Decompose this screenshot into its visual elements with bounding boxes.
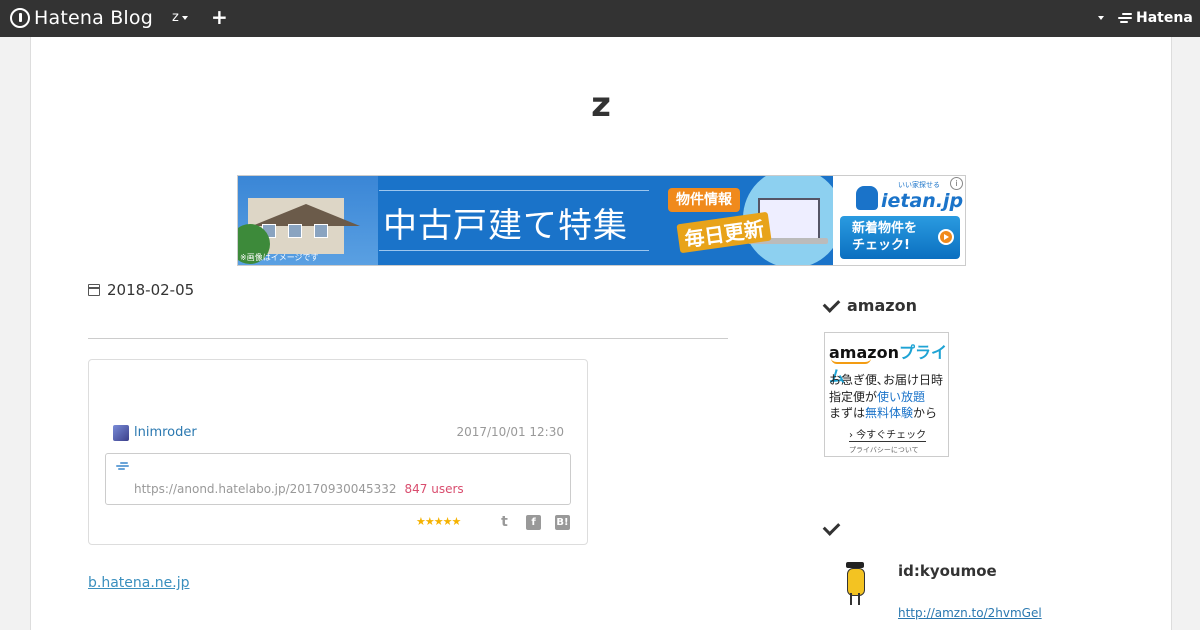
star-rating[interactable]: ★★★★★ bbox=[416, 515, 461, 528]
amazon-line-3: まずは無料体験から bbox=[829, 406, 938, 420]
hatena-favicon-icon bbox=[116, 462, 129, 471]
avatar[interactable] bbox=[113, 425, 129, 441]
profile-id[interactable]: id:kyoumoe bbox=[898, 562, 997, 580]
hatena-label: Hatena bbox=[1136, 10, 1193, 26]
bookmarked-url-text: https://anond.hatelabo.jp/20170930045332 bbox=[134, 482, 397, 496]
amazon-line-1: お急ぎ便､お届け日時 bbox=[829, 373, 944, 387]
arrow-right-icon bbox=[938, 229, 954, 245]
blog-switcher-menu[interactable]: z bbox=[172, 10, 188, 25]
entry-date[interactable]: 2018-02-05 bbox=[88, 281, 194, 299]
ad-house-photo: ※画像はイメージです bbox=[238, 176, 378, 265]
blog-switcher-label: z bbox=[172, 10, 179, 25]
hatena-menu[interactable]: Hatena bbox=[1118, 10, 1193, 26]
amazon-privacy-link[interactable]: プライバシーについて bbox=[849, 445, 919, 455]
profile-image[interactable] bbox=[843, 562, 867, 606]
amazon-line-2: 指定便が使い放題 bbox=[829, 389, 926, 404]
entry-date-text: 2018-02-05 bbox=[107, 281, 195, 299]
ad-cta-button[interactable]: 新着物件を チェック! bbox=[840, 216, 960, 259]
hatena-blog-logo[interactable]: Hatena Blog bbox=[10, 7, 153, 29]
ad-photo-note: ※画像はイメージです bbox=[240, 253, 319, 262]
calendar-icon bbox=[88, 284, 100, 296]
chevron-down-icon bbox=[181, 15, 188, 20]
blog-title[interactable]: z bbox=[31, 85, 1171, 125]
sidebar-amazon-title: amazon bbox=[822, 294, 917, 315]
ad-info-icon[interactable]: i bbox=[950, 177, 963, 190]
sidebar-profile-title bbox=[822, 518, 847, 536]
amazon-prime-ad[interactable]: amazonプライム お急ぎ便､お届け日時 指定便が使い放題 まずは無料体験から… bbox=[824, 332, 949, 457]
bookmark-users-count[interactable]: 847 users bbox=[405, 482, 464, 496]
entry-source-link[interactable]: b.hatena.ne.jp bbox=[88, 575, 190, 591]
ad-brand-tagline: いい家探せる bbox=[898, 181, 940, 189]
ad-badge: 物件情報 bbox=[668, 188, 740, 212]
twitter-share-icon[interactable]: t bbox=[497, 515, 512, 530]
ietan-mascot-icon bbox=[856, 186, 878, 210]
hatena-blog-icon bbox=[10, 8, 30, 28]
hatena-icon bbox=[1118, 13, 1132, 23]
blog-container: z ※画像はイメージです 中古戸建て特集 物件情報 毎日更新 いい家探せる ie… bbox=[30, 37, 1172, 630]
amazon-smile-icon bbox=[831, 358, 871, 364]
facebook-share-icon[interactable]: f bbox=[526, 515, 541, 530]
user-menu-chevron-icon[interactable] bbox=[1098, 16, 1104, 20]
new-post-button[interactable]: + bbox=[211, 5, 228, 29]
hatena-bookmark-embed: lnimroder 2017/10/01 12:30 https://anond… bbox=[88, 359, 588, 545]
check-icon bbox=[822, 518, 841, 536]
global-header: Hatena Blog z + Hatena bbox=[0, 0, 1200, 37]
ad-banner[interactable]: ※画像はイメージです 中古戸建て特集 物件情報 毎日更新 いい家探せる ieta… bbox=[237, 175, 966, 266]
bookmarked-url: https://anond.hatelabo.jp/20170930045332… bbox=[134, 482, 464, 496]
amazon-ad-text: お急ぎ便､お届け日時 指定便が使い放題 まずは無料体験から bbox=[829, 372, 943, 422]
brand-name: Hatena Blog bbox=[34, 7, 153, 29]
profile-link[interactable]: http://amzn.to/2hvmGel bbox=[898, 606, 1042, 620]
ad-cta-label: 新着物件を チェック! bbox=[852, 221, 918, 253]
hatebu-share-icon[interactable]: B! bbox=[555, 515, 570, 530]
sidebar-amazon-title-text: amazon bbox=[847, 296, 917, 315]
bookmark-timestamp[interactable]: 2017/10/01 12:30 bbox=[456, 425, 564, 439]
entry-divider bbox=[88, 338, 728, 339]
ad-brand: ietan.jp bbox=[881, 190, 964, 212]
bookmark-username[interactable]: lnimroder bbox=[134, 425, 197, 440]
check-icon bbox=[822, 294, 841, 313]
ad-headline: 中古戸建て特集 bbox=[383, 206, 628, 246]
amazon-check-now-link[interactable]: › 今すぐチェック bbox=[849, 426, 927, 442]
bookmarked-page-card[interactable]: https://anond.hatelabo.jp/20170930045332… bbox=[105, 453, 571, 505]
